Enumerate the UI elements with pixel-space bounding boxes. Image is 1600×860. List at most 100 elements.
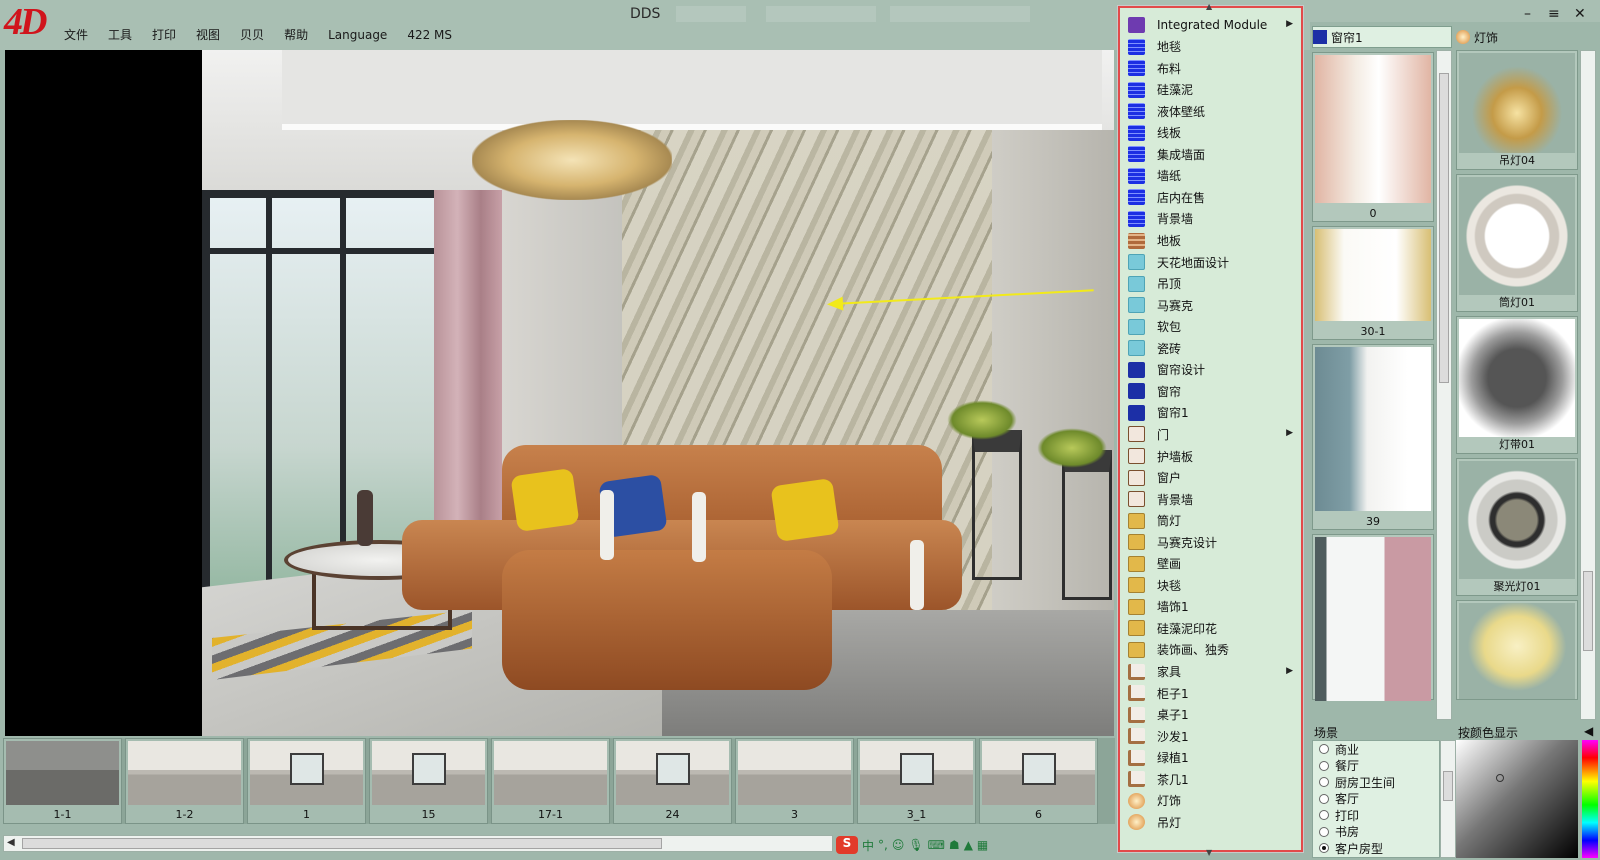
menu-print[interactable]: 打印 [142,28,186,42]
menu-item[interactable]: 集成墙面 [1120,143,1301,165]
menu-item[interactable]: 硅藻泥印花 [1120,617,1301,639]
menu-scroll-up-icon[interactable]: ▲ [1206,2,1212,11]
menu-item[interactable]: 硅藻泥 [1120,79,1301,101]
scene-thumbnail[interactable]: 15 [369,738,488,824]
sogou-ime-icon[interactable]: S [836,836,858,854]
menu-item[interactable]: 吊顶 [1120,273,1301,295]
punctuation-icon[interactable]: °, [878,838,888,852]
thumbnail-scrollbar[interactable]: ◀ [3,835,833,852]
scene-thumbnail[interactable]: 1 [247,738,366,824]
radio-button[interactable] [1319,760,1329,771]
color-picker-handle[interactable] [1496,774,1504,782]
menu-item[interactable]: 吊灯 [1120,811,1301,833]
menu-item[interactable]: 线板 [1120,122,1301,144]
scrollbar-thumb[interactable] [1443,771,1453,801]
menu-tools[interactable]: 工具 [98,28,142,42]
menu-item[interactable]: 装饰画、独秀 [1120,639,1301,661]
menu-language[interactable]: Language [318,28,397,42]
menu-item[interactable]: 窗户 [1120,467,1301,489]
menu-item[interactable]: 窗帘 [1120,380,1301,402]
radio-button[interactable] [1319,826,1329,837]
render-viewport[interactable] [202,50,1114,736]
tab-curtain1[interactable]: 窗帘1 [1312,26,1452,48]
menu-item[interactable]: 柜子1 [1120,682,1301,704]
scrollbar-thumb[interactable] [22,838,662,849]
maximize-button[interactable]: ≡ [1548,6,1560,22]
menu-item[interactable]: 马赛克 [1120,294,1301,316]
light-card[interactable]: 聚光灯01 [1456,458,1578,596]
keyboard-icon[interactable]: ⌨ [928,838,945,852]
curtain-card[interactable]: 30-1 [1312,226,1434,340]
menu-item[interactable]: 液体壁纸 [1120,100,1301,122]
menu-item[interactable]: 桌子1 [1120,704,1301,726]
scene-thumbnail[interactable]: 17-1 [491,738,610,824]
menu-help[interactable]: 帮助 [274,28,318,42]
menu-item[interactable]: Integrated Module ▶ [1120,14,1301,36]
scene-option[interactable]: 餐厅 [1313,758,1439,775]
scene-option[interactable]: 书房 [1313,824,1439,841]
light-card[interactable]: 灯带01 [1456,316,1578,454]
scroll-left-icon[interactable]: ◀ [7,837,15,848]
menu-item[interactable]: 背景墙 [1120,488,1301,510]
menu-item[interactable]: 绿植1 [1120,747,1301,769]
light-card[interactable]: 筒灯01 [1456,174,1578,312]
close-button[interactable]: ✕ [1574,6,1586,22]
curtain-scrollbar[interactable] [1436,50,1452,720]
menu-item[interactable]: 护墙板 [1120,445,1301,467]
minimize-button[interactable]: – [1524,6,1531,22]
menu-item[interactable]: 筒灯 [1120,510,1301,532]
lighting-scrollbar[interactable] [1580,50,1596,720]
menu-item[interactable]: 灯饰 [1120,790,1301,812]
menu-item[interactable]: 瓷砖 [1120,337,1301,359]
menu-item[interactable]: 门 ▶ [1120,423,1301,445]
light-card[interactable]: 吊灯04 [1456,50,1578,170]
menu-item[interactable]: 茶几1 [1120,768,1301,790]
menu-item[interactable]: 块毯 [1120,574,1301,596]
scene-thumbnail[interactable]: 24 [613,738,732,824]
light-card[interactable] [1456,600,1578,700]
toolbox-icon[interactable]: ▦ [977,838,988,852]
hue-slider[interactable] [1582,740,1598,858]
scene-scrollbar[interactable] [1440,740,1456,858]
ime-language[interactable]: 中 [862,837,874,854]
menu-item[interactable]: 沙发1 [1120,725,1301,747]
menu-file[interactable]: 文件 [64,28,98,42]
scene-option[interactable]: 厨房卫生间 [1313,774,1439,791]
menu-view[interactable]: 视图 [186,28,230,42]
tab-lighting[interactable]: 灯饰 [1456,26,1576,48]
scrollbar-thumb[interactable] [1439,73,1449,383]
emoji-icon[interactable]: ☺ [892,838,905,852]
menu-item[interactable]: 马赛克设计 [1120,531,1301,553]
menu-item[interactable]: 店内在售 [1120,186,1301,208]
color-picker[interactable] [1456,740,1578,858]
scene-option[interactable]: 客厅 [1313,791,1439,808]
scene-option[interactable]: 商业 [1313,741,1439,758]
menu-item[interactable]: 地板 [1120,230,1301,252]
menu-item[interactable]: 家具 ▶ [1120,661,1301,683]
scene-thumbnail[interactable]: 3 [735,738,854,824]
scene-option[interactable]: 客户房型 [1313,840,1439,857]
scene-thumbnail[interactable]: 3_1 [857,738,976,824]
menu-item[interactable]: 布料 [1120,57,1301,79]
scrollbar-thumb[interactable] [1583,571,1593,651]
scene-thumbnail[interactable]: 1-1 [3,738,122,824]
menu-item[interactable]: 地毯 [1120,36,1301,58]
radio-button[interactable] [1319,843,1329,854]
menu-item[interactable]: 墙纸 [1120,165,1301,187]
menu-item[interactable]: 壁画 [1120,553,1301,575]
radio-button[interactable] [1319,777,1329,788]
scene-thumbnail[interactable]: 6 [979,738,1098,824]
curtain-card[interactable]: 39 [1312,344,1434,530]
menu-scroll-down-icon[interactable]: ▼ [1206,848,1212,857]
menu-item[interactable]: 窗帘设计 [1120,359,1301,381]
user-icon[interactable]: ☗ [949,838,960,852]
menu-item[interactable]: 软包 [1120,316,1301,338]
curtain-card[interactable]: 0 [1312,52,1434,222]
scene-thumbnail[interactable]: 1-2 [125,738,244,824]
menu-item[interactable]: 背景墙 [1120,208,1301,230]
menu-item[interactable]: 窗帘1 [1120,402,1301,424]
scene-option[interactable]: 打印 [1313,807,1439,824]
radio-button[interactable] [1319,744,1329,755]
curtain-card[interactable] [1312,534,1434,701]
collapse-icon[interactable]: ◀ [1584,724,1593,738]
